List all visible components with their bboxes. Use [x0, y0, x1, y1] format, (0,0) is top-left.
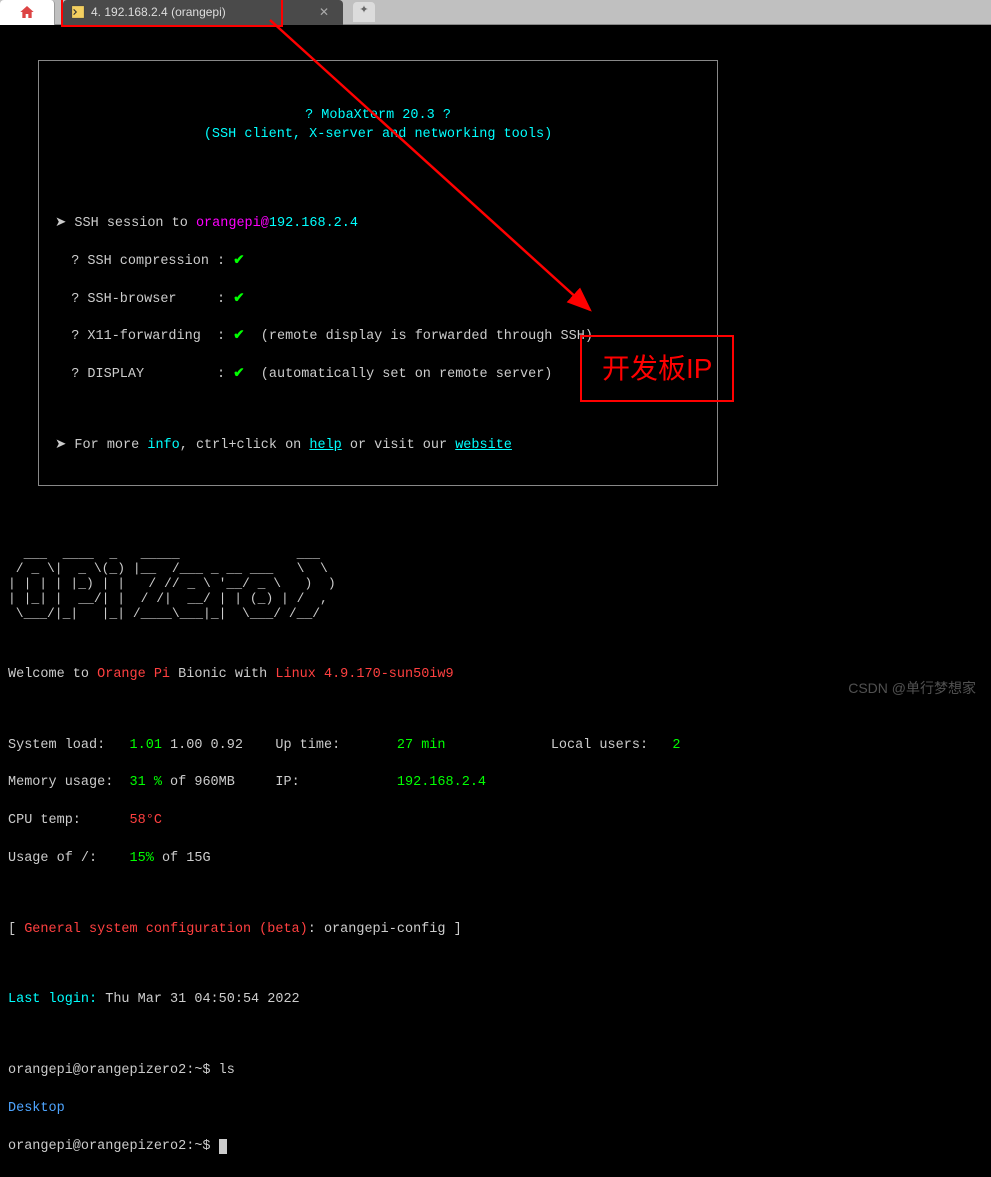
- x11-label: ? X11-forwarding :: [71, 329, 225, 344]
- ssh-user: orangepi: [196, 216, 261, 231]
- more-mid2: or visit our: [342, 438, 455, 453]
- load-value: 1.01: [130, 738, 162, 753]
- tab-bar: 4. 192.168.2.4 (orangepi) ✕ ✦: [0, 0, 991, 25]
- close-icon[interactable]: ✕: [313, 4, 335, 21]
- annotation-label: 开发板IP: [580, 335, 734, 402]
- terminal-icon: [71, 5, 85, 19]
- more-mid: , ctrl+click on: [180, 438, 310, 453]
- prompt-line-1: orangepi@orangepizero2:~$ ls: [8, 1062, 983, 1081]
- last-login-line: Last login: Thu Mar 31 04:50:54 2022: [8, 991, 983, 1010]
- check-icon: ✔: [233, 254, 244, 269]
- more-prefix: For more: [74, 438, 147, 453]
- ssh-session-label: SSH session to: [74, 216, 196, 231]
- stats-row-1: System load: 1.01 1.00 0.92 Up time: 27 …: [8, 737, 983, 756]
- uptime-label: Up time:: [275, 738, 340, 753]
- ssh-compression-label: ? SSH compression :: [71, 254, 225, 269]
- cpu-value: 58°C: [130, 813, 162, 828]
- ls-output-desktop: Desktop: [8, 1100, 983, 1119]
- last-login-label: Last login:: [8, 992, 97, 1007]
- ssh-browser-label: ? SSH-browser :: [71, 292, 225, 307]
- welcome-line: Welcome to Orange Pi Bionic with Linux 4…: [8, 666, 983, 685]
- ip-label: IP:: [275, 775, 299, 790]
- ssh-tab[interactable]: 4. 192.168.2.4 (orangepi) ✕: [63, 0, 343, 25]
- users-value: 2: [672, 738, 680, 753]
- mem-rest: of 960MB: [162, 775, 235, 790]
- ssh-at: @: [261, 216, 269, 231]
- info-link[interactable]: info: [147, 438, 179, 453]
- banner-subtitle: (SSH client, X-server and networking too…: [55, 126, 701, 145]
- config-rest: : orangepi-config ]: [308, 922, 462, 937]
- new-tab-button[interactable]: ✦: [353, 2, 375, 22]
- home-icon: [19, 4, 35, 20]
- cpu-label: CPU temp:: [8, 813, 81, 828]
- config-open: [: [8, 922, 24, 937]
- usage-label: Usage of /:: [8, 851, 97, 866]
- mem-label: Memory usage:: [8, 775, 113, 790]
- config-line: [ General system configuration (beta): o…: [8, 921, 983, 940]
- banner-box: ? MobaXterm 20.3 ? (SSH client, X-server…: [38, 60, 718, 486]
- x11-note: (remote display is forwarded through SSH…: [261, 329, 593, 344]
- tab-title: 4. 192.168.2.4 (orangepi): [91, 4, 226, 21]
- website-link[interactable]: website: [455, 438, 512, 453]
- users-label: Local users:: [551, 738, 648, 753]
- check-icon: ✔: [233, 329, 244, 344]
- linux-version: Linux 4.9.170-sun50iw9: [275, 667, 453, 682]
- stats-row-3: CPU temp: 58°C: [8, 812, 983, 831]
- watermark: CSDN @单行梦想家: [848, 679, 976, 699]
- arrow-icon: ➤: [55, 216, 74, 231]
- config-text: General system configuration (beta): [24, 922, 308, 937]
- terminal-output[interactable]: ? MobaXterm 20.3 ? (SSH client, X-server…: [0, 25, 991, 1177]
- load-rest: 1.00 0.92: [162, 738, 243, 753]
- uptime-value: 27 min: [397, 738, 446, 753]
- ascii-art-logo: ___ ____ _ _____ ___ / _ \| _ \(_) |__ /…: [8, 547, 983, 622]
- banner-title: MobaXterm 20.3: [321, 108, 434, 123]
- welcome-mid: Bionic with: [170, 667, 275, 682]
- stats-row-4: Usage of /: 15% of 15G: [8, 850, 983, 869]
- arrow-icon: ➤: [55, 438, 74, 453]
- last-login-value: Thu Mar 31 04:50:54 2022: [97, 992, 300, 1007]
- load-label: System load:: [8, 738, 105, 753]
- prompt-line-2: orangepi@orangepizero2:~$: [8, 1138, 983, 1157]
- display-note: (automatically set on remote server): [261, 367, 553, 382]
- banner-q1: ?: [305, 108, 313, 123]
- ip-value: 192.168.2.4: [397, 775, 486, 790]
- help-link[interactable]: help: [309, 438, 341, 453]
- orange-pi-name: Orange Pi: [97, 667, 170, 682]
- home-tab[interactable]: [0, 0, 55, 25]
- banner-q2: ?: [443, 108, 451, 123]
- mem-value: 31 %: [130, 775, 162, 790]
- welcome-prefix: Welcome to: [8, 667, 97, 682]
- stats-row-2: Memory usage: 31 % of 960MB IP: 192.168.…: [8, 774, 983, 793]
- check-icon: ✔: [233, 292, 244, 307]
- usage-rest: of 15G: [154, 851, 211, 866]
- prompt-text: orangepi@orangepizero2:~$: [8, 1139, 219, 1154]
- cursor: [219, 1139, 227, 1154]
- display-label: ? DISPLAY :: [71, 367, 225, 382]
- usage-value: 15%: [130, 851, 154, 866]
- check-icon: ✔: [233, 367, 244, 382]
- ssh-host: 192.168.2.4: [269, 216, 358, 231]
